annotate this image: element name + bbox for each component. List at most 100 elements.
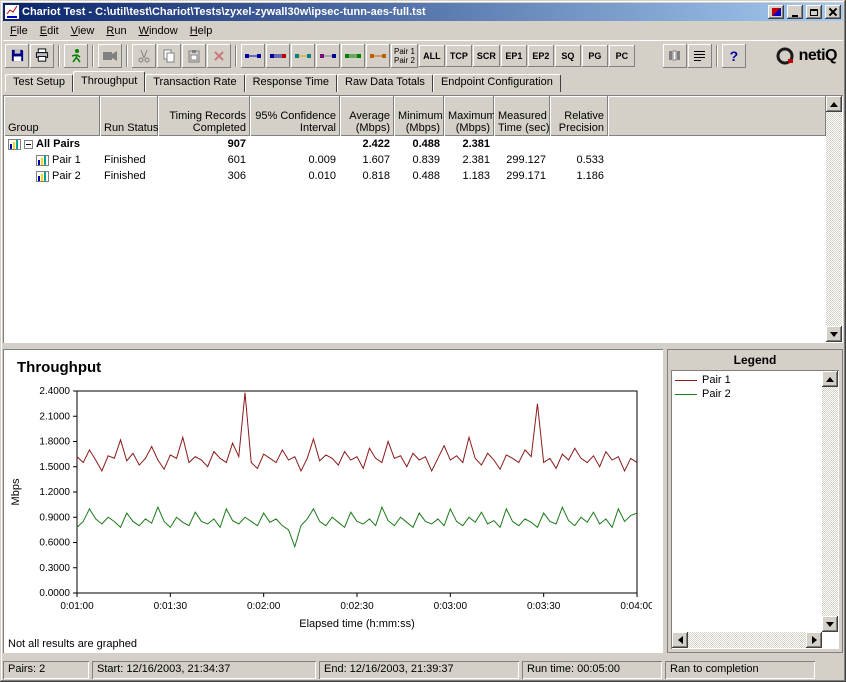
legend-scrollbar-horizontal[interactable] xyxy=(672,632,822,648)
legend-item-pair-1[interactable]: Pair 1 xyxy=(675,373,820,387)
camera-icon xyxy=(102,50,118,62)
svg-text:0:04:00: 0:04:00 xyxy=(620,601,652,612)
pair-tool-4-button[interactable] xyxy=(316,44,340,68)
precision-cell: 1.186 xyxy=(550,170,608,182)
endpoint-pair-icon xyxy=(294,51,312,61)
scroll-left-button[interactable] xyxy=(672,632,688,648)
stop-run-button[interactable] xyxy=(98,44,122,68)
pair-2-label: Pair 2 xyxy=(394,56,415,65)
columns-view-button[interactable] xyxy=(663,44,687,68)
tab-throughput[interactable]: Throughput xyxy=(73,71,145,92)
svg-text:0:03:00: 0:03:00 xyxy=(434,601,468,612)
column-header-relative-precision[interactable]: RelativePrecision xyxy=(550,96,608,136)
scroll-down-button[interactable] xyxy=(822,616,838,632)
tab-endpoint-configuration[interactable]: Endpoint Configuration xyxy=(433,74,561,92)
pair-1-label: Pair 1 xyxy=(394,47,415,56)
menu-edit[interactable]: Edit xyxy=(34,23,65,39)
menu-file[interactable]: File xyxy=(4,23,34,39)
help-button[interactable]: ? xyxy=(722,44,746,68)
run-icon xyxy=(68,48,84,64)
pair-tool-3-button[interactable] xyxy=(291,44,315,68)
maximum-cell: 2.381 xyxy=(444,138,494,150)
maximum-cell: 2.381 xyxy=(444,154,494,166)
menu-run[interactable]: Run xyxy=(100,23,132,39)
maximize-icon xyxy=(810,9,818,16)
save-button[interactable] xyxy=(5,44,29,68)
menu-view[interactable]: View xyxy=(65,23,101,39)
column-header-run-status[interactable]: Run Status xyxy=(100,96,158,136)
view-pg-button[interactable]: PG xyxy=(582,45,608,67)
column-header-maximum[interactable]: Maximum(Mbps) xyxy=(444,96,494,136)
legend-scrollbar-vertical[interactable] xyxy=(822,371,838,632)
view-ep1-button[interactable]: EP1 xyxy=(501,45,527,67)
view-pc-button[interactable]: PC xyxy=(609,45,635,67)
view-tcp-button[interactable]: TCP xyxy=(446,45,472,67)
help-icon: ? xyxy=(730,48,739,64)
legend-panel: Legend Pair 1 Pair 2 xyxy=(667,349,843,653)
scroll-track[interactable] xyxy=(822,387,838,616)
view-sq-button[interactable]: SQ xyxy=(555,45,581,67)
average-cell: 2.422 xyxy=(340,138,394,150)
scroll-up-button[interactable] xyxy=(826,96,842,112)
delete-button[interactable] xyxy=(207,44,231,68)
collapse-icon[interactable] xyxy=(24,140,33,149)
column-header-average[interactable]: Average(Mbps) xyxy=(340,96,394,136)
pair-names-button[interactable]: Pair 1 Pair 2 xyxy=(391,44,418,68)
scroll-up-button[interactable] xyxy=(822,371,838,387)
tab-raw-data-totals[interactable]: Raw Data Totals xyxy=(337,74,433,92)
minimize-button[interactable] xyxy=(787,5,803,19)
column-header-minimum[interactable]: Minimum(Mbps) xyxy=(394,96,444,136)
pair-1-line-swatch xyxy=(675,380,697,381)
column-header-timing-records[interactable]: Timing RecordsCompleted xyxy=(158,96,250,136)
table-row-pair-2[interactable]: Pair 2 Finished 306 0.010 0.818 0.488 1.… xyxy=(4,168,842,184)
view-all-button[interactable]: ALL xyxy=(419,45,445,67)
close-button[interactable] xyxy=(825,5,841,19)
legend-item-pair-2[interactable]: Pair 2 xyxy=(675,387,820,401)
app-icon[interactable] xyxy=(5,5,19,19)
table-row-pair-1[interactable]: Pair 1 Finished 601 0.009 1.607 0.839 2.… xyxy=(4,152,842,168)
column-header-measured-time[interactable]: MeasuredTime (sec) xyxy=(494,96,550,136)
table-scrollbar-vertical[interactable] xyxy=(826,96,842,342)
close-icon xyxy=(829,8,837,16)
pair-tool-5-button[interactable] xyxy=(341,44,365,68)
menu-help[interactable]: Help xyxy=(184,23,219,39)
maximize-button[interactable] xyxy=(806,5,822,19)
svg-text:0:01:00: 0:01:00 xyxy=(60,601,94,612)
svg-text:0:01:30: 0:01:30 xyxy=(154,601,188,612)
column-header-confidence[interactable]: 95% ConfidenceInterval xyxy=(250,96,340,136)
endpoint-pair-icon xyxy=(269,51,287,61)
toolbar-separator xyxy=(58,45,60,67)
svg-text:1.5000: 1.5000 xyxy=(39,462,70,473)
pair-tool-2-button[interactable] xyxy=(266,44,290,68)
column-header-group[interactable]: Group xyxy=(4,96,100,136)
copy-button[interactable] xyxy=(157,44,181,68)
pair-tool-6-button[interactable] xyxy=(366,44,390,68)
confidence-cell: 0.010 xyxy=(250,170,340,182)
menu-window[interactable]: Window xyxy=(133,23,184,39)
throughput-chart: 0.00000.30000.60000.90001.20001.50001.80… xyxy=(7,385,652,631)
paste-button[interactable] xyxy=(182,44,206,68)
view-scr-button[interactable]: SCR xyxy=(473,45,500,67)
pair-tool-1-button[interactable] xyxy=(241,44,265,68)
table-row-all-pairs[interactable]: All Pairs 907 2.422 0.488 2.381 xyxy=(4,136,842,152)
status-completion: Ran to completion xyxy=(665,661,815,679)
scroll-track[interactable] xyxy=(688,632,806,648)
pair-2-line-swatch xyxy=(675,394,697,395)
view-ep2-button[interactable]: EP2 xyxy=(528,45,554,67)
svg-text:Mbps: Mbps xyxy=(10,478,22,505)
print-button[interactable] xyxy=(30,44,54,68)
run-test-button[interactable] xyxy=(64,44,88,68)
tab-response-time[interactable]: Response Time xyxy=(245,74,337,92)
netiq-titlebar-button[interactable] xyxy=(768,5,784,19)
endpoint-pair-icon xyxy=(369,51,387,61)
scroll-right-button[interactable] xyxy=(806,632,822,648)
tab-transaction-rate[interactable]: Transaction Rate xyxy=(145,74,244,92)
cut-button[interactable] xyxy=(132,44,156,68)
app-window: Chariot Test - C:\util\test\Chariot\Test… xyxy=(0,0,846,682)
scroll-down-button[interactable] xyxy=(826,326,842,342)
list-view-button[interactable] xyxy=(688,44,712,68)
scroll-track[interactable] xyxy=(826,112,842,326)
measured-time-cell: 299.171 xyxy=(494,170,550,182)
tab-test-setup[interactable]: Test Setup xyxy=(5,74,73,92)
average-cell: 0.818 xyxy=(340,170,394,182)
